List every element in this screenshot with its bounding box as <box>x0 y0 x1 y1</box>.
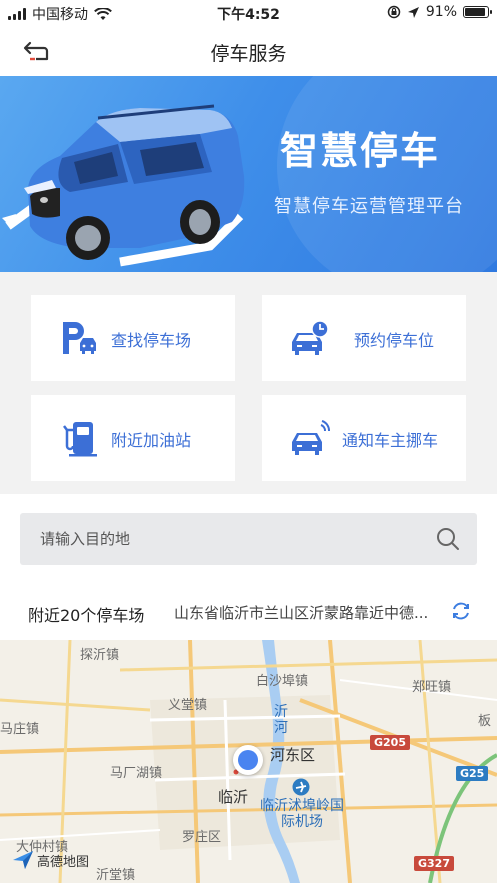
find-parking-button[interactable]: 查找停车场 <box>31 295 235 381</box>
airport-icon <box>292 778 310 796</box>
map-label: 河东区 <box>270 746 316 764</box>
map-label: 探沂镇 <box>80 648 120 663</box>
highway-shield: G205 <box>370 735 410 750</box>
refresh-icon[interactable] <box>450 600 472 622</box>
map-label: 临沂 <box>218 788 249 806</box>
amap-logo: 高德地图 <box>12 850 89 870</box>
service-grid: 查找停车场 预约停车位 附近加油站 通知车主挪车 <box>0 272 497 494</box>
banner-title: 智慧停车 <box>280 129 441 173</box>
map-label: 义堂镇 <box>168 698 208 713</box>
map-label: 郑旺镇 <box>412 680 452 695</box>
car-signal-icon <box>292 420 330 455</box>
reserve-spot-button[interactable]: 预约停车位 <box>262 295 466 381</box>
airport-label: 临沂沭埠岭国际机场 <box>260 798 344 830</box>
map-label: 白沙埠镇 <box>256 674 309 689</box>
back-arrow-icon <box>23 41 49 61</box>
page-title: 停车服务 <box>210 43 287 65</box>
location-arrow-icon <box>407 6 419 18</box>
service-label: 附近加油站 <box>111 431 192 450</box>
service-label: 通知车主挪车 <box>342 431 439 450</box>
amap-logo-icon <box>13 851 33 869</box>
nearby-count-title: 附近20个停车场 <box>28 606 145 625</box>
banner-subtitle: 智慧停车运营管理平台 <box>274 196 464 217</box>
highway-shield: G25 <box>456 766 489 781</box>
map-label: 板 <box>478 714 492 729</box>
car-illustration <box>2 104 245 267</box>
amap-logo-text: 高德地图 <box>37 854 90 870</box>
destination-input[interactable] <box>20 513 430 565</box>
battery-percent: 91% <box>425 4 457 20</box>
status-bar: 中国移动 下午4:52 91% <box>0 0 497 26</box>
highway-shield: G327 <box>414 856 454 871</box>
map-label: 沂堂镇 <box>96 868 136 883</box>
parking-icon <box>63 322 96 354</box>
map-label: 马庄镇 <box>0 722 40 737</box>
service-label: 查找停车场 <box>111 331 192 350</box>
service-label: 预约停车位 <box>354 331 435 350</box>
gas-station-icon <box>63 422 97 457</box>
rotation-lock-icon <box>387 5 401 19</box>
current-address: 山东省临沂市兰山区沂蒙路靠近中德... <box>174 604 429 622</box>
search-bar <box>20 513 477 565</box>
battery-icon <box>463 6 492 18</box>
hero-banner: 智慧停车 智慧停车运营管理平台 <box>0 76 497 272</box>
river-label: 沂河 <box>274 704 288 736</box>
map-label: 马厂湖镇 <box>110 766 163 781</box>
car-clock-icon <box>292 320 329 355</box>
search-section: 附近20个停车场 山东省临沂市兰山区沂蒙路靠近中德... <box>0 494 497 640</box>
map-label: 罗庄区 <box>182 830 222 845</box>
nearby-gas-button[interactable]: 附近加油站 <box>31 395 235 481</box>
back-button[interactable] <box>16 36 56 66</box>
notify-owner-button[interactable]: 通知车主挪车 <box>262 395 466 481</box>
search-icon[interactable] <box>435 526 461 552</box>
current-location-marker <box>233 745 263 775</box>
nav-bar: 停车服务 <box>0 26 497 76</box>
